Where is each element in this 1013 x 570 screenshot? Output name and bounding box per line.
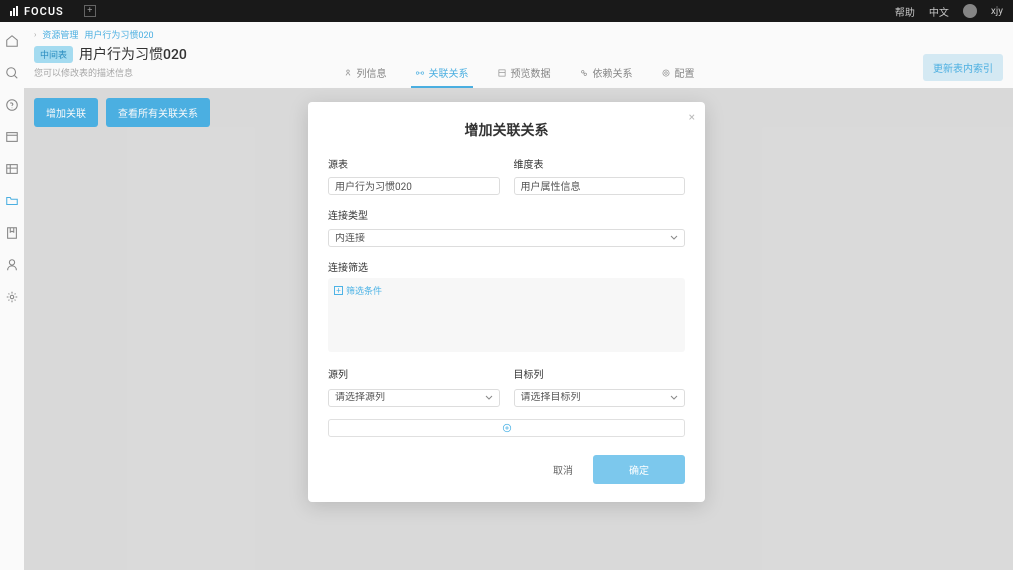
close-icon[interactable]: × — [689, 110, 695, 124]
dim-table-input[interactable] — [514, 177, 686, 195]
dim-table-label: 维度表 — [514, 156, 686, 171]
join-filter-label: 连接筛选 — [328, 259, 685, 274]
filter-box: + 筛选条件 — [328, 278, 685, 352]
confirm-button[interactable]: 确定 — [593, 455, 685, 484]
modal-title: 增加关联关系 — [328, 120, 685, 140]
source-col-select[interactable]: 请选择源列 — [328, 389, 500, 407]
target-col-select[interactable]: 请选择目标列 — [514, 389, 686, 407]
join-type-label: 连接类型 — [328, 207, 685, 222]
cancel-button[interactable]: 取消 — [533, 456, 593, 483]
join-type-select[interactable]: 内连接 — [328, 229, 685, 247]
target-col-label: 目标列 — [514, 366, 686, 381]
plus-icon: + — [334, 286, 343, 295]
add-column-pair-button[interactable] — [328, 419, 685, 437]
source-table-label: 源表 — [328, 156, 500, 171]
add-filter-button[interactable]: + 筛选条件 — [334, 284, 679, 297]
source-col-label: 源列 — [328, 366, 500, 381]
add-relation-modal: × 增加关联关系 源表 维度表 连接类型 内连接 连接筛选 + 筛选条件 源列 … — [308, 102, 705, 502]
filter-add-label: 筛选条件 — [346, 284, 382, 297]
source-table-input[interactable] — [328, 177, 500, 195]
plus-circle-icon — [502, 423, 512, 433]
